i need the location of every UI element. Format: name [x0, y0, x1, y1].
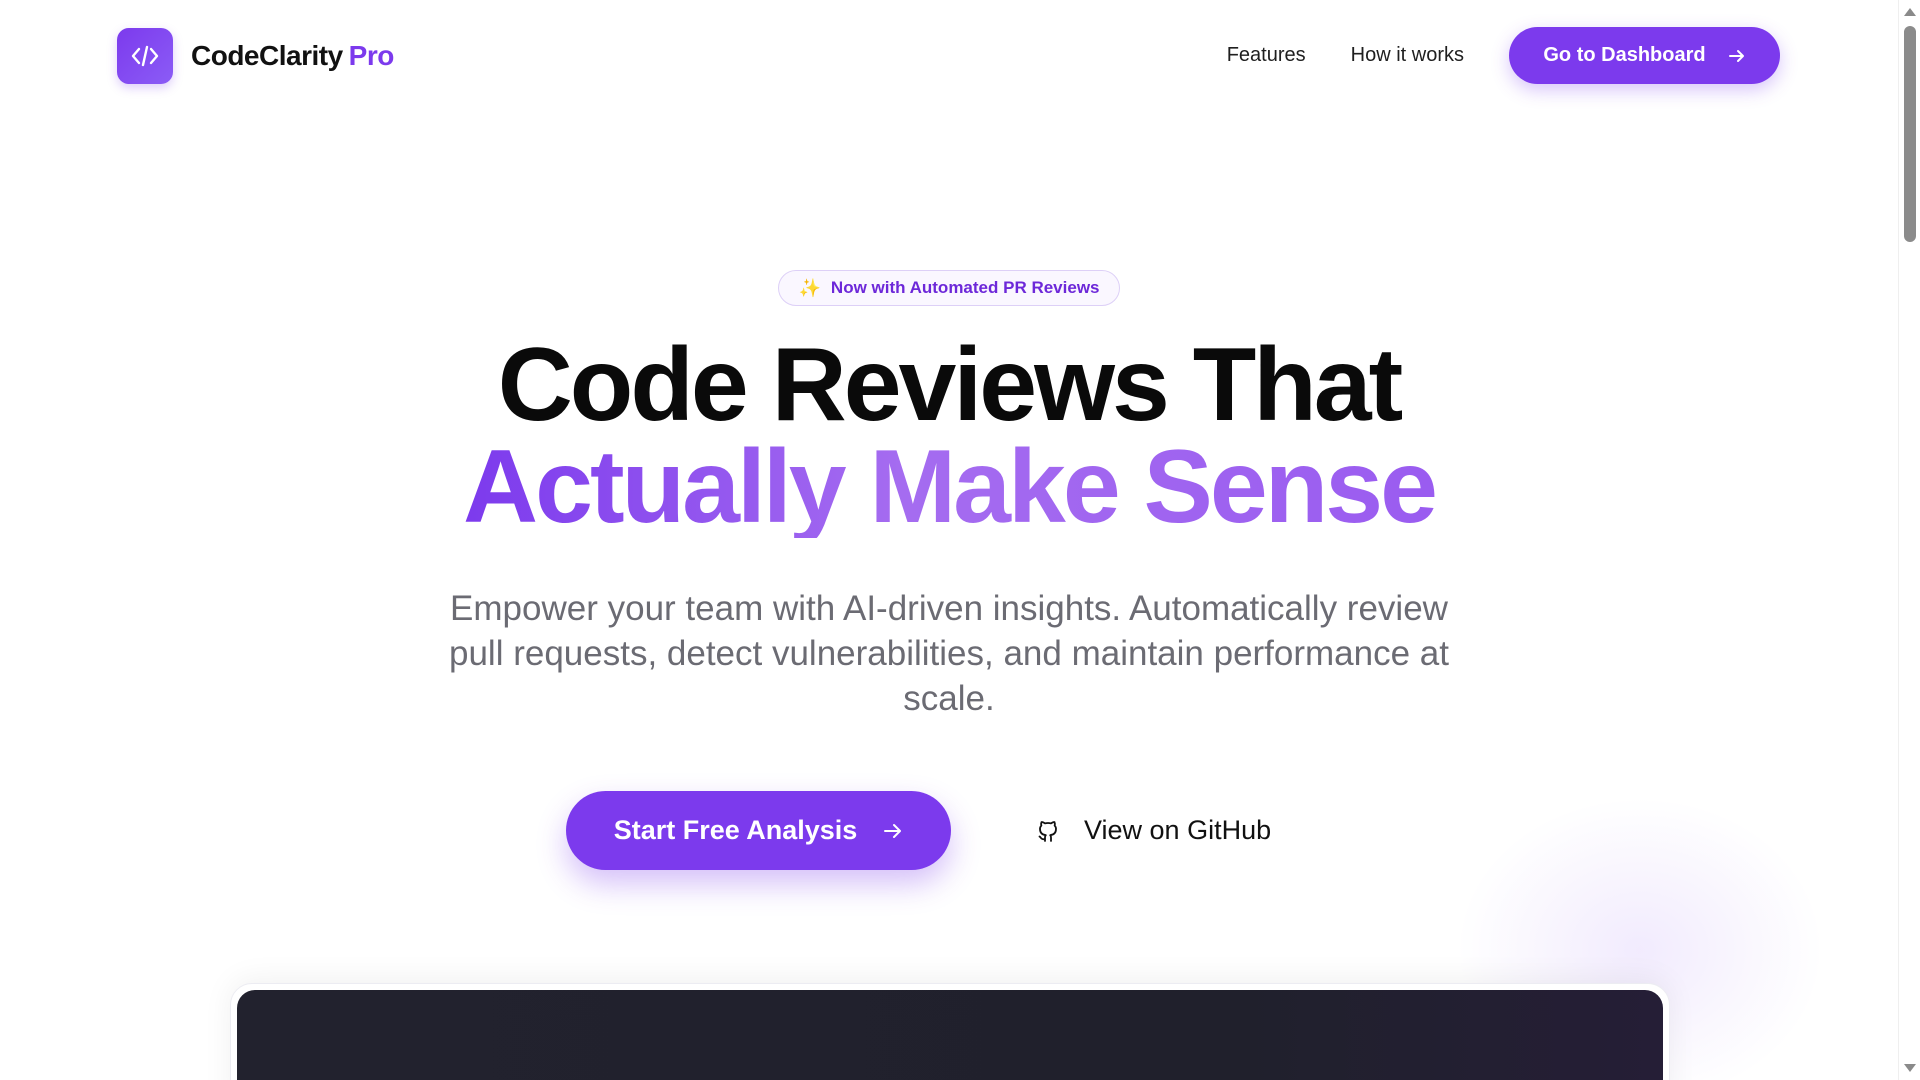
arrow-right-icon	[883, 822, 903, 840]
nav-link-features[interactable]: Features	[1227, 44, 1306, 67]
sparkles-icon: ✨	[798, 277, 821, 298]
page-scrollbar[interactable]	[1898, 0, 1920, 1080]
scroll-up-arrow-icon[interactable]	[1904, 8, 1916, 16]
hero-title: Code Reviews That Actually Make Sense	[0, 327, 1898, 545]
start-free-analysis-label: Start Free Analysis	[613, 815, 858, 845]
go-to-dashboard-button[interactable]: Go to Dashboard	[1509, 27, 1780, 84]
hero-title-line1: Code Reviews That	[497, 327, 1404, 443]
hero-subtitle: Empower your team with AI-driven insight…	[449, 589, 1449, 718]
brand-name: CodeClarity Pro	[191, 40, 395, 71]
arrow-right-icon	[1728, 48, 1746, 64]
top-nav: CodeClarity Pro Features How it works Go …	[0, 0, 1898, 112]
nav-links: Features How it works Go to Dashboard	[1227, 27, 1780, 84]
hero-title-line2: Actually Make Sense	[463, 429, 1438, 545]
brand-suffix: Pro	[348, 40, 395, 71]
scrollbar-thumb[interactable]	[1904, 26, 1916, 242]
github-icon	[1036, 819, 1060, 843]
scroll-down-arrow-icon[interactable]	[1904, 1064, 1916, 1072]
product-preview-card	[230, 983, 1670, 1080]
start-free-analysis-button[interactable]: Start Free Analysis	[566, 791, 951, 870]
brand-home-link[interactable]: CodeClarity Pro	[117, 28, 394, 84]
code-brackets-icon	[117, 28, 173, 84]
product-preview-screen	[237, 990, 1663, 1080]
nav-link-how-it-works[interactable]: How it works	[1351, 44, 1464, 67]
badge-text: Now with Automated PR Reviews	[830, 278, 1100, 297]
view-on-github-button[interactable]: View on GitHub	[1036, 791, 1271, 870]
view-on-github-label: View on GitHub	[1084, 815, 1272, 845]
landing-page: CodeClarity Pro Features How it works Go …	[0, 0, 1920, 1080]
go-to-dashboard-label: Go to Dashboard	[1543, 44, 1706, 66]
announcement-badge: ✨ Now with Automated PR Reviews	[778, 270, 1120, 306]
